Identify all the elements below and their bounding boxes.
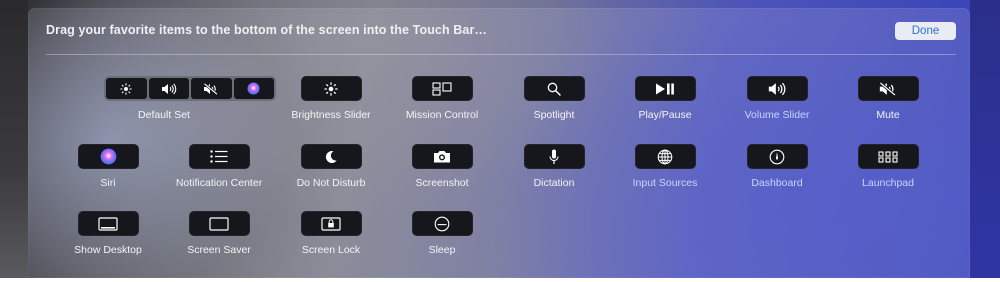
- item-label: Launchpad: [862, 177, 914, 189]
- brightness-icon: [106, 78, 147, 99]
- item-notification-center[interactable]: Notification Center: [159, 144, 279, 189]
- item-label: Screen Saver: [187, 244, 251, 256]
- item-label: Show Desktop: [74, 244, 142, 256]
- item-screenshot[interactable]: Screenshot: [382, 144, 502, 189]
- item-default-set[interactable]: Default Set: [104, 76, 276, 121]
- dashboard-icon: [746, 144, 808, 169]
- header-divider: [46, 54, 956, 55]
- show-desktop-icon: [77, 211, 139, 236]
- item-play-pause[interactable]: Play/Pause: [605, 76, 725, 121]
- item-show-desktop[interactable]: Show Desktop: [48, 211, 168, 256]
- mute-icon: [857, 76, 919, 101]
- item-dashboard[interactable]: Dashboard: [717, 144, 837, 189]
- done-button[interactable]: Done: [895, 22, 956, 40]
- item-screen-saver[interactable]: Screen Saver: [159, 211, 279, 256]
- screen-saver-icon: [188, 211, 250, 236]
- item-label: Spotlight: [533, 109, 575, 121]
- item-label: Siri: [100, 177, 116, 189]
- mission-control-icon: [411, 76, 473, 101]
- item-label: Do Not Disturb: [296, 177, 366, 189]
- item-label: Screenshot: [415, 177, 469, 189]
- item-label: Mission Control: [405, 109, 479, 121]
- item-label: Play/Pause: [638, 109, 692, 121]
- mute-icon: [191, 78, 232, 99]
- item-spotlight[interactable]: Spotlight: [494, 76, 614, 121]
- play-pause-icon: [634, 76, 696, 101]
- left-edge: [0, 0, 28, 278]
- item-label: Screen Lock: [301, 244, 361, 256]
- item-label: Brightness Slider: [291, 109, 371, 121]
- item-volume-slider[interactable]: Volume Slider: [717, 76, 837, 121]
- item-launchpad[interactable]: Launchpad: [828, 144, 948, 189]
- right-edge: [970, 0, 1000, 278]
- item-label: Sleep: [428, 244, 456, 256]
- volume-icon: [148, 78, 189, 99]
- search-icon: [523, 76, 585, 101]
- item-label: Mute: [876, 109, 900, 121]
- volume-icon: [746, 76, 808, 101]
- item-label: Volume Slider: [744, 109, 810, 121]
- item-screen-lock[interactable]: Screen Lock: [271, 211, 391, 256]
- item-label: Default Set: [138, 109, 190, 121]
- item-label: Dashboard: [751, 177, 803, 189]
- item-input-sources[interactable]: Input Sources: [605, 144, 725, 189]
- item-brightness-slider[interactable]: Brightness Slider: [271, 76, 391, 121]
- item-mission-control[interactable]: Mission Control: [382, 76, 502, 121]
- launchpad-icon: [857, 144, 919, 169]
- list-icon: [188, 144, 250, 169]
- brightness-icon: [300, 76, 362, 101]
- lock-icon: [300, 211, 362, 236]
- microphone-icon: [523, 144, 585, 169]
- siri-icon: [233, 78, 274, 99]
- sleep-icon: [411, 211, 473, 236]
- camera-icon: [411, 144, 473, 169]
- default-set-strip[interactable]: [104, 76, 276, 101]
- item-sleep[interactable]: Sleep: [382, 211, 502, 256]
- item-label: Dictation: [533, 177, 575, 189]
- moon-icon: [300, 144, 362, 169]
- item-siri[interactable]: Siri: [48, 144, 168, 189]
- item-label: Input Sources: [632, 177, 698, 189]
- sheet-title: Drag your favorite items to the bottom o…: [46, 23, 488, 37]
- item-dictation[interactable]: Dictation: [494, 144, 614, 189]
- siri-icon: [77, 144, 139, 169]
- item-label: Notification Center: [175, 177, 263, 189]
- item-mute[interactable]: Mute: [828, 76, 948, 121]
- item-do-not-disturb[interactable]: Do Not Disturb: [271, 144, 391, 189]
- globe-icon: [634, 144, 696, 169]
